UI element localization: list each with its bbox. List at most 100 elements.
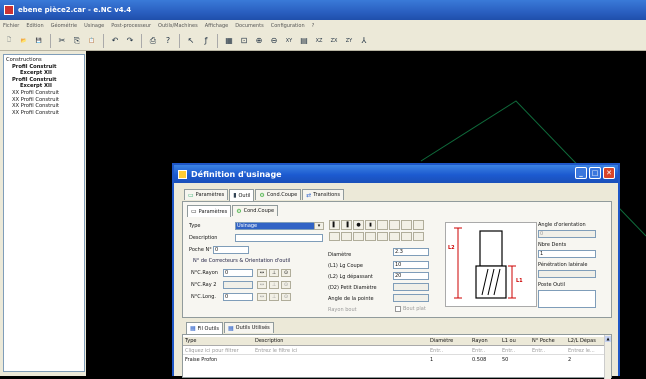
tab-cond-coupe[interactable]: ⚙ Cond.Coupe xyxy=(255,189,302,200)
filter-cell[interactable]: Entr.. xyxy=(502,348,530,354)
function-icon[interactable]: ƒ xyxy=(200,35,212,47)
view-xz-icon[interactable]: XZ xyxy=(313,35,325,47)
scroll-up-icon[interactable]: ▲ xyxy=(605,336,611,342)
angle-pointe-field[interactable] xyxy=(393,294,429,302)
tool-shape-5[interactable] xyxy=(377,220,388,230)
undo-icon[interactable]: ↶ xyxy=(109,35,121,47)
tree-item[interactable]: Profil Construit xyxy=(6,77,82,84)
tool-shape-15[interactable] xyxy=(401,232,412,241)
tool-shape-7[interactable] xyxy=(401,220,412,230)
orient-button-1[interactable]: ↔ xyxy=(257,269,267,277)
tree-item[interactable]: Excerpt XII xyxy=(6,70,82,77)
tool-shape-9[interactable] xyxy=(329,232,340,241)
minimize-button[interactable]: _ xyxy=(575,167,587,179)
tool-round-icon[interactable]: ▮ xyxy=(365,220,376,230)
filter-cell[interactable]: Entr.. xyxy=(532,348,566,354)
angle-orientation-field[interactable]: 0 xyxy=(538,230,596,238)
construction-tree[interactable]: Constructions Profil Construit Excerpt XII… xyxy=(3,54,85,372)
menu-item-3[interactable]: Usinage xyxy=(84,23,104,29)
bout-plat-checkbox[interactable] xyxy=(395,306,401,312)
table-cell[interactable]: Fraise Profon xyxy=(185,357,253,363)
menu-item-5[interactable]: Outils/Machines xyxy=(158,23,198,29)
copy-icon[interactable]: ⎘ xyxy=(71,35,83,47)
orient-button-5[interactable]: ⊥ xyxy=(269,281,279,289)
lg-depassant-field[interactable]: 20 xyxy=(393,272,429,280)
tree-item[interactable]: XX Profil Construit xyxy=(6,97,82,104)
view-zy-icon[interactable]: ZY xyxy=(343,35,355,47)
view-3d-icon[interactable]: ⅄ xyxy=(358,35,370,47)
tool-shape-10[interactable] xyxy=(341,232,352,241)
tool-double-icon[interactable]: ▐ xyxy=(341,220,352,230)
ncr-rayon-field[interactable]: 0 xyxy=(223,269,253,277)
orient-button-8[interactable]: ⊥ xyxy=(269,293,279,301)
tool-shape-6[interactable] xyxy=(389,220,400,230)
grid-scrollbar[interactable]: ▲ xyxy=(604,335,611,379)
diametre-field[interactable]: 2.3 xyxy=(393,248,429,256)
view-xy-icon[interactable]: XY xyxy=(283,35,295,47)
orient-button-9[interactable]: ⊙ xyxy=(281,293,291,301)
orient-button-6[interactable]: ⊙ xyxy=(281,281,291,289)
tree-item[interactable]: Constructions xyxy=(6,57,82,64)
table-cell[interactable]: 0.508 xyxy=(472,357,500,363)
zoom-in-icon[interactable]: ⊕ xyxy=(253,35,265,47)
close-button[interactable]: ✕ xyxy=(603,167,615,179)
table-cell[interactable]: 1 xyxy=(430,357,470,363)
view-side-icon[interactable]: ▤ xyxy=(298,35,310,47)
cut-icon[interactable]: ✂ xyxy=(56,35,68,47)
subtab-cond-coupe[interactable]: ⚙ Cond.Coupe xyxy=(232,205,279,216)
subtab-parametres[interactable]: ▭ Paramètres xyxy=(187,205,232,217)
tab-outil[interactable]: ▮ Outil xyxy=(229,189,255,201)
table-cell[interactable]: 2 xyxy=(568,357,606,363)
chevron-down-icon[interactable]: ▾ xyxy=(314,222,324,230)
tool-shape-14[interactable] xyxy=(389,232,400,241)
orient-button-4[interactable]: ↔ xyxy=(257,281,267,289)
menu-item-4[interactable]: Post-processeur xyxy=(111,23,151,29)
new-file-icon[interactable]: 🗋 xyxy=(3,35,15,47)
menu-item-1[interactable]: Edition xyxy=(26,23,43,29)
tab-fil-outils[interactable]: ▦ Fil Outils xyxy=(186,322,223,334)
paste-icon[interactable]: 📋 xyxy=(86,35,98,47)
print-icon[interactable]: ⎙ xyxy=(147,35,159,47)
filter-cell[interactable]: Entrez le filtre ici xyxy=(255,348,428,354)
filter-cell[interactable]: Entr.. xyxy=(472,348,500,354)
menu-item-6[interactable]: Affichage xyxy=(205,23,229,29)
penetration-field[interactable] xyxy=(538,270,596,278)
tool-flat-icon[interactable]: ▌ xyxy=(329,220,340,230)
orient-button-3[interactable]: ⊙ xyxy=(281,269,291,277)
tab-parametres[interactable]: ▭ Paramètres xyxy=(184,189,229,200)
tree-item[interactable]: Excerpt XII xyxy=(6,83,82,90)
orient-button-2[interactable]: ⊥ xyxy=(269,269,279,277)
description-field[interactable] xyxy=(235,234,323,242)
tree-item[interactable]: XX Profil Construit xyxy=(6,110,82,117)
tab-outils-utilises[interactable]: ▦ Outils Utilisés xyxy=(224,322,274,333)
tree-item[interactable]: XX Profil Construit xyxy=(6,103,82,110)
save-icon[interactable]: 💾 xyxy=(33,35,45,47)
nbre-dents-field[interactable]: 1 xyxy=(538,250,596,258)
poche-field[interactable]: 0 xyxy=(213,246,249,254)
poste-outil-field[interactable] xyxy=(538,290,596,308)
menu-item-0[interactable]: Fichier xyxy=(3,23,19,29)
tree-item[interactable]: Profil Construit xyxy=(6,64,82,71)
tool-shape-11[interactable] xyxy=(353,232,364,241)
tool-ball-icon[interactable]: ● xyxy=(353,220,364,230)
menu-item-2[interactable]: Géométrie xyxy=(51,23,77,29)
type-select[interactable]: Usinage xyxy=(235,222,315,230)
tab-transitions[interactable]: ⇄ Transitions xyxy=(302,189,345,200)
view-zx-icon[interactable]: ZX xyxy=(328,35,340,47)
petit-diametre-field[interactable] xyxy=(393,283,429,291)
maximize-button[interactable]: □ xyxy=(589,167,601,179)
ncr-rayon2-field[interactable] xyxy=(223,281,253,289)
help-icon[interactable]: ? xyxy=(162,35,174,47)
zoom-window-icon[interactable]: ⊡ xyxy=(238,35,250,47)
tree-item[interactable]: XX Profil Construit xyxy=(6,90,82,97)
grid-filter-row[interactable]: Cliquez ici pour filtrer Entrez le filtre… xyxy=(183,347,611,355)
tool-shape-12[interactable] xyxy=(365,232,376,241)
filter-cell[interactable]: Cliquez ici pour filtrer xyxy=(185,348,253,354)
tool-shape-8[interactable] xyxy=(413,220,424,230)
redo-icon[interactable]: ↷ xyxy=(124,35,136,47)
zoom-out-icon[interactable]: ⊖ xyxy=(268,35,280,47)
tool-shape-13[interactable] xyxy=(377,232,388,241)
table-cell[interactable]: 50 xyxy=(502,357,530,363)
filter-cell[interactable]: Entrez le... xyxy=(568,348,606,354)
menu-item-8[interactable]: Configuration xyxy=(271,23,305,29)
